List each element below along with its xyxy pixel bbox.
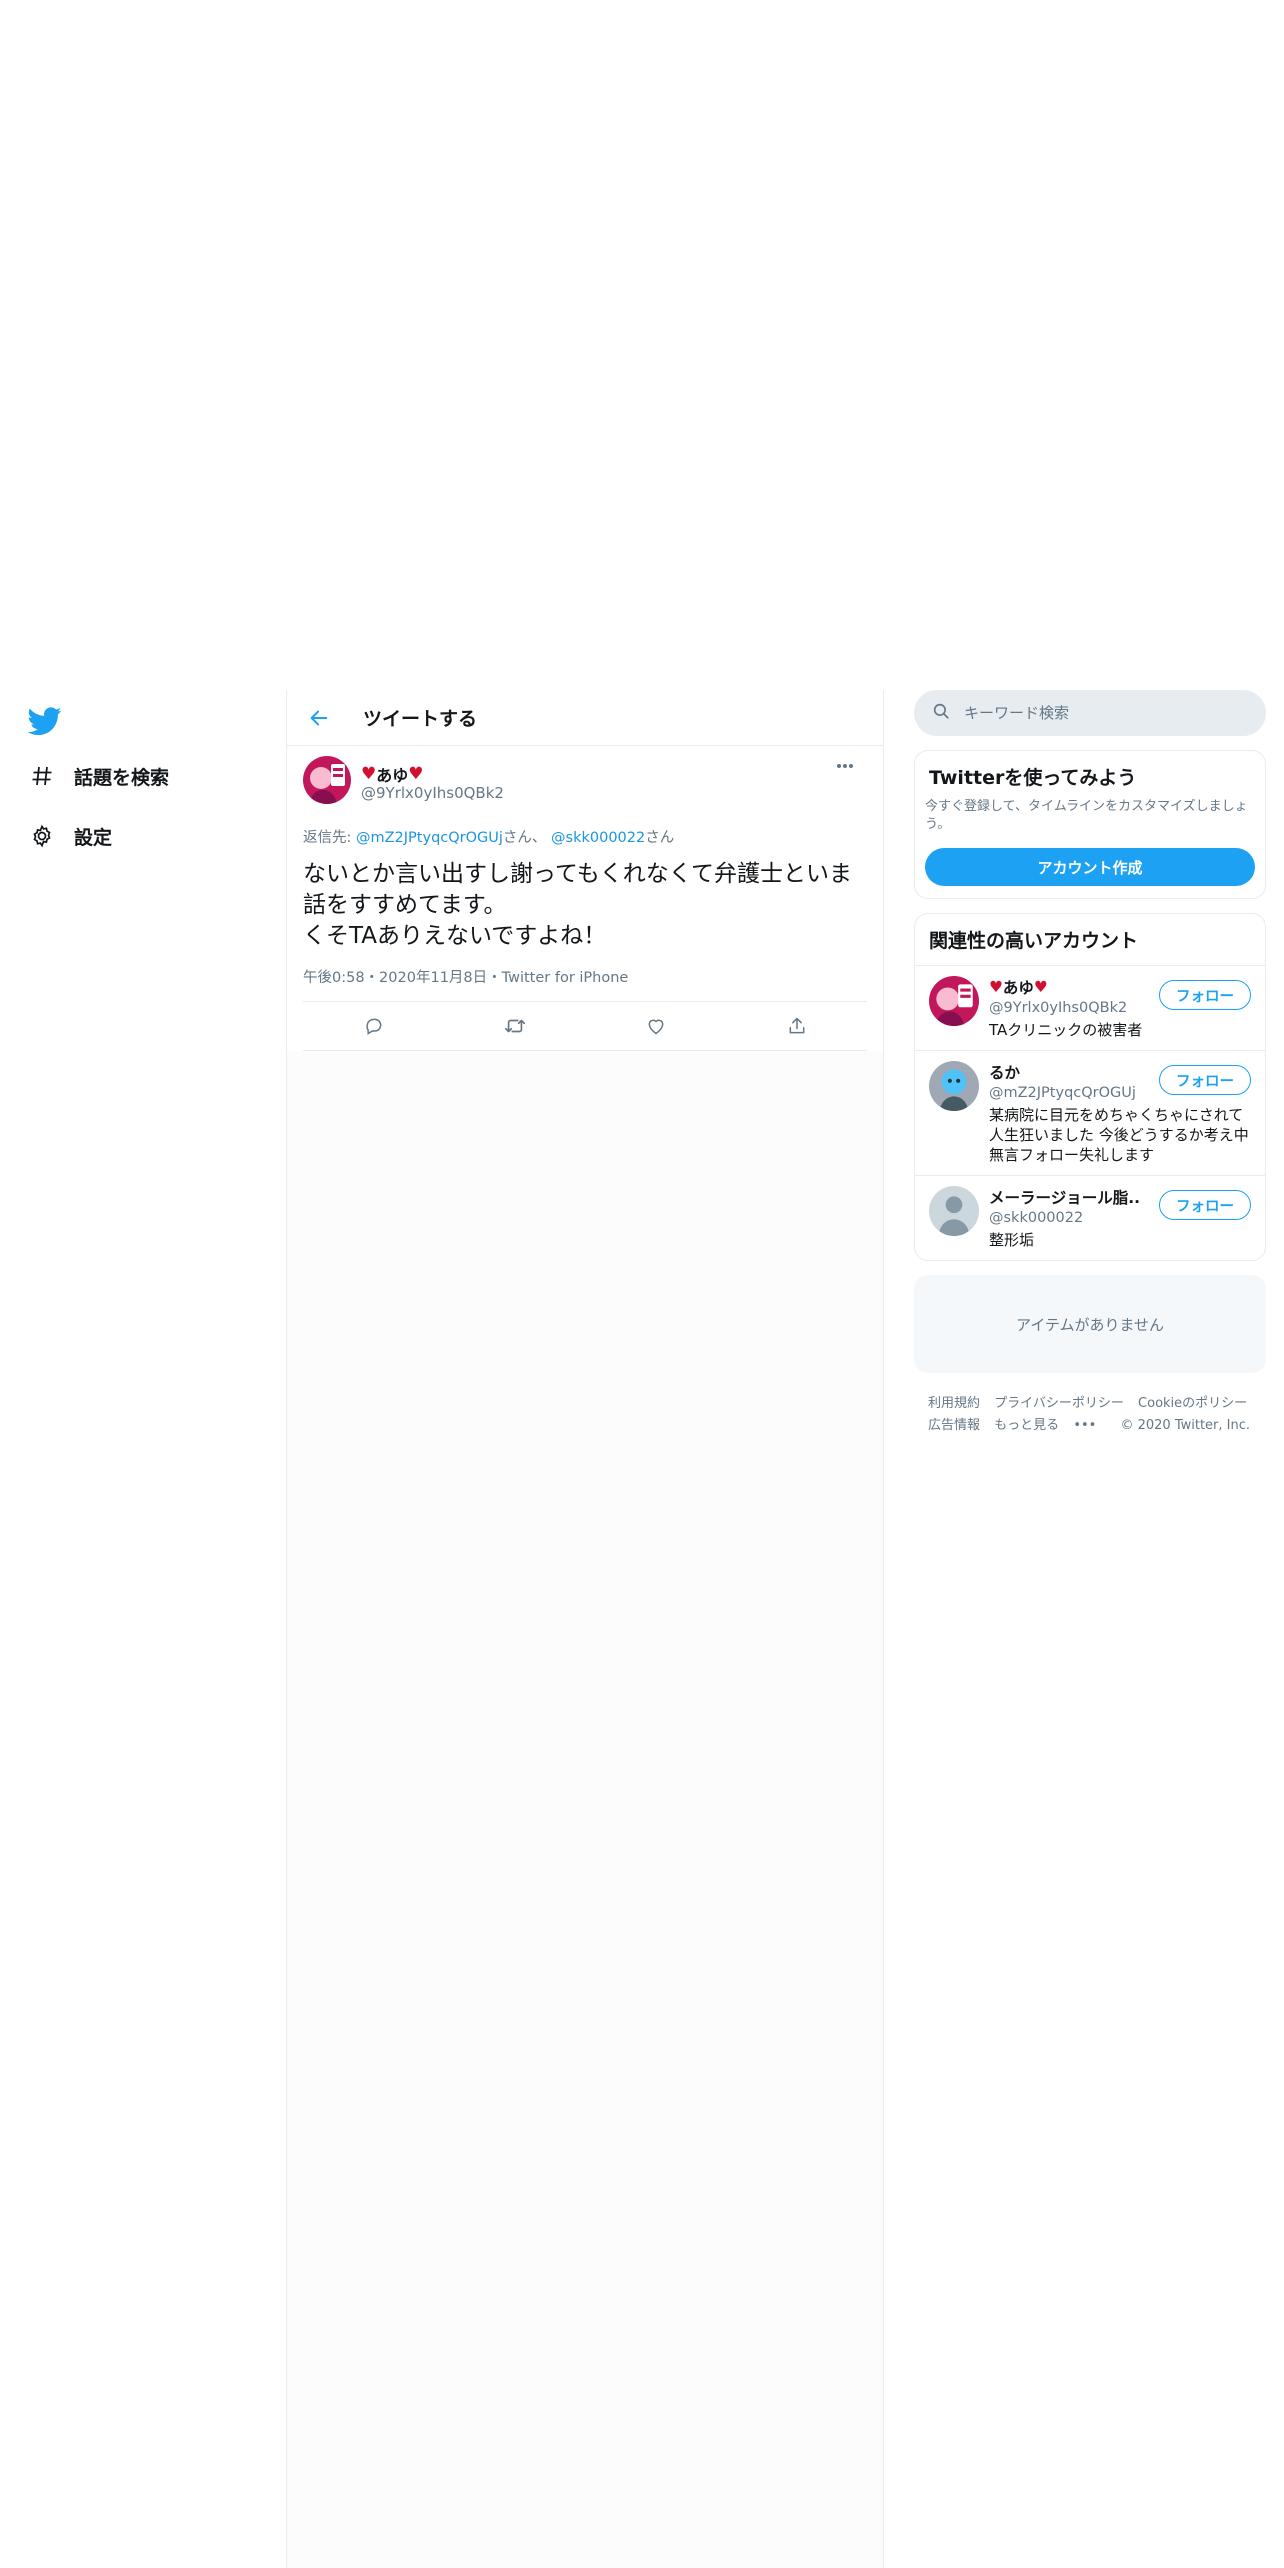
retweet-icon[interactable] — [501, 1012, 529, 1040]
account-bio: TAクリニックの被害者 — [989, 1021, 1143, 1039]
create-account-button[interactable]: アカウント作成 — [925, 848, 1255, 886]
footer-more-link[interactable]: もっと見る ••• — [994, 1418, 1106, 1433]
heart-icon: ♥ — [408, 764, 424, 784]
tweet-author: ♥ あゆ ♥ @9Yrlx0yIhs0QBk2 — [303, 746, 867, 824]
nav-label-explore: 話題を検索 — [74, 766, 170, 789]
right-sidebar: Twitterを使ってみよう 今すぐ登録して、タイムラインをカスタマイズしましょ… — [914, 690, 1266, 1437]
search-icon — [932, 702, 950, 724]
reply-suffix: さん — [645, 830, 675, 846]
tweet-text: ないとか言い出すし謝ってもくれなくて弁護士といま話をすすめてます。 くそTAあり… — [303, 861, 853, 949]
account-row[interactable]: メーラージョール脂... @skk000022 整形垢 フォロー — [915, 1175, 1265, 1260]
page-header: ツイートする — [287, 690, 883, 746]
reply-mention-link[interactable]: @skk000022 — [551, 830, 645, 846]
tweet-timestamp[interactable]: 午後0:58・2020年11月8日・Twitter for iPhone — [303, 966, 867, 1002]
heart-icon: ♥ — [1033, 978, 1048, 996]
nav-label-settings: 設定 — [74, 826, 113, 849]
back-arrow-icon[interactable] — [305, 704, 333, 732]
follow-button[interactable]: フォロー — [1159, 1190, 1251, 1220]
account-name: ♥ あゆ ♥ — [989, 976, 1139, 998]
footer-more-label: もっと見る — [994, 1418, 1060, 1433]
share-icon[interactable] — [783, 1012, 811, 1040]
main-column: ツイートする ♥ あゆ ♥ @9Yrlx0yIhs0QBk2 返信先: @mZ2… — [286, 690, 884, 2568]
search-box[interactable] — [914, 690, 1266, 736]
footer-copyright: © 2020 Twitter, Inc. — [1120, 1418, 1251, 1433]
footer: 利用規約 プライバシーポリシー Cookieのポリシー 広告情報 もっと見る •… — [914, 1393, 1266, 1437]
footer-privacy-link[interactable]: プライバシーポリシー — [994, 1396, 1124, 1411]
reply-mention-link[interactable]: @mZ2JPtyqcQrOGUj — [356, 830, 503, 846]
signup-card: Twitterを使ってみよう 今すぐ登録して、タイムラインをカスタマイズしましょ… — [914, 750, 1266, 899]
page-title: ツイートする — [363, 708, 478, 730]
heart-icon: ♥ — [361, 764, 377, 784]
footer-terms-link[interactable]: 利用規約 — [928, 1396, 980, 1411]
gear-icon — [28, 822, 56, 850]
account-name: メーラージョール脂... — [989, 1189, 1139, 1207]
empty-message: アイテムがありません — [1015, 1315, 1165, 1334]
signup-title: Twitterを使ってみよう — [929, 767, 1137, 789]
related-title: 関連性の高いアカウント — [929, 930, 1139, 952]
account-name: るか — [989, 1064, 1021, 1082]
reply-suffix: さん、 — [502, 830, 547, 846]
footer-ads-link[interactable]: 広告情報 — [928, 1418, 980, 1433]
related-accounts-card: 関連性の高いアカウント ♥ あゆ ♥ @9Yrlx0yIhs0QBk2 TAクリニッ… — [914, 913, 1266, 1261]
account-bio: 整形垢 — [989, 1231, 1035, 1249]
like-icon[interactable] — [642, 1012, 670, 1040]
empty-trends-card: アイテムがありません — [914, 1275, 1266, 1373]
author-name-text: あゆ — [376, 766, 409, 785]
more-dots-icon: ••• — [1073, 1418, 1097, 1433]
tweet-actions — [303, 1002, 867, 1051]
reply-prefix: 返信先: — [303, 830, 356, 846]
nav-settings[interactable]: 設定 — [28, 816, 112, 856]
follow-button[interactable]: フォロー — [1159, 980, 1251, 1010]
signup-description: 今すぐ登録して、タイムラインをカスタマイズしましょう。 — [925, 799, 1248, 832]
author-name[interactable]: ♥ あゆ ♥ — [361, 762, 424, 786]
more-options-icon[interactable] — [833, 758, 857, 774]
nav-explore[interactable]: 話題を検索 — [28, 756, 169, 796]
hashtag-icon — [28, 762, 56, 790]
default-avatar-icon[interactable] — [929, 1186, 979, 1236]
account-row[interactable]: るか @mZ2JPtyqcQrOGUj 某病院に目元をめちゃくちゃにされて人生狂… — [915, 1050, 1265, 1175]
twitter-bird-icon[interactable] — [27, 704, 62, 738]
heart-icon: ♥ — [989, 978, 1003, 996]
reply-icon[interactable] — [360, 1012, 388, 1040]
search-input[interactable] — [964, 704, 1244, 722]
tweet: ♥ あゆ ♥ @9Yrlx0yIhs0QBk2 返信先: @mZ2JPtyqcQ… — [287, 746, 883, 1051]
footer-cookie-link[interactable]: Cookieのポリシー — [1138, 1396, 1247, 1411]
reply-to: 返信先: @mZ2JPtyqcQrOGUjさん、 @skk000022さん — [303, 826, 867, 847]
author-handle[interactable]: @9Yrlx0yIhs0QBk2 — [361, 784, 504, 802]
account-name-text: あゆ — [1002, 979, 1034, 997]
avatar[interactable] — [929, 1061, 979, 1111]
follow-button[interactable]: フォロー — [1159, 1065, 1251, 1095]
avatar[interactable] — [303, 756, 351, 804]
account-bio: 某病院に目元をめちゃくちゃにされて人生狂いました 今後どうするか考え中 無言フォ… — [989, 1106, 1249, 1164]
account-row[interactable]: ♥ あゆ ♥ @9Yrlx0yIhs0QBk2 TAクリニックの被害者 フォロー — [915, 965, 1265, 1050]
avatar[interactable] — [929, 976, 979, 1026]
